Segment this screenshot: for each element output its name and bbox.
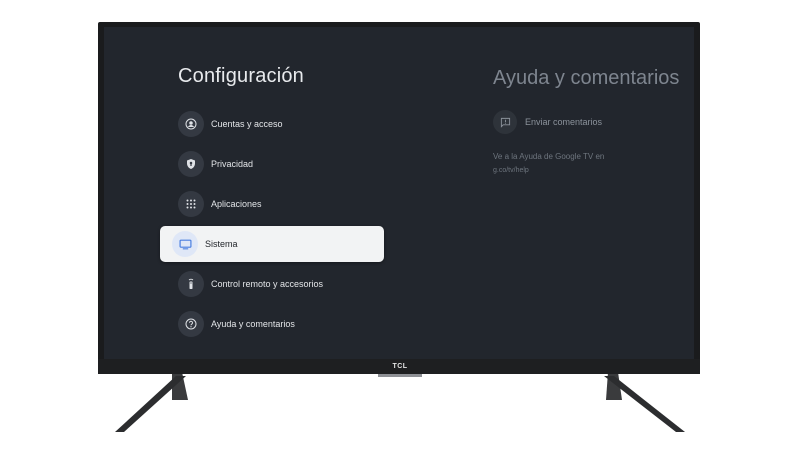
menu-item-label: Aplicaciones	[211, 199, 262, 209]
tv-stand-right-leg	[604, 372, 685, 432]
tv-stand-left-leg	[115, 372, 188, 432]
privacy-shield-icon	[178, 151, 204, 177]
menu-item-privacy[interactable]: Privacidad	[178, 146, 408, 182]
send-feedback-item[interactable]: Enviar comentarios	[493, 109, 693, 135]
menu-item-system[interactable]: Sistema	[160, 226, 384, 262]
menu-item-label: Ayuda y comentarios	[211, 319, 295, 329]
help-preview-panel: Ayuda y comentarios Enviar comentarios V…	[493, 65, 693, 177]
menu-item-remote[interactable]: Control remoto y accesorios	[178, 266, 408, 302]
menu-item-label: Control remoto y accesorios	[211, 279, 324, 289]
page-title: Configuración	[178, 65, 305, 87]
menu-item-label: Cuentas y acceso	[211, 119, 283, 129]
apps-grid-icon	[178, 191, 204, 217]
feedback-comment-icon	[493, 110, 517, 134]
account-circle-icon	[178, 111, 204, 137]
remote-control-icon	[178, 271, 204, 297]
menu-item-help[interactable]: Ayuda y comentarios	[178, 306, 408, 342]
help-note-text: Ve a la Ayuda de Google TV en	[493, 152, 605, 161]
tv-screen: Configuración Cuentas y acceso Privacida…	[104, 27, 694, 359]
settings-panel: Configuración Cuentas y acceso Privacida…	[160, 63, 408, 346]
menu-item-label: Sistema	[205, 239, 238, 249]
tv-brand-strip	[378, 374, 422, 377]
menu-item-label: Privacidad	[211, 159, 254, 169]
help-question-icon	[178, 311, 204, 337]
menu-item-accounts[interactable]: Cuentas y acceso	[178, 106, 408, 142]
settings-menu: Cuentas y acceso Privacidad Aplicaciones	[160, 106, 408, 342]
help-panel-title: Ayuda y comentarios	[493, 67, 680, 89]
tv-brand-logo: TCL	[392, 363, 408, 370]
send-feedback-label: Enviar comentarios	[525, 117, 603, 127]
tv-monitor-icon	[172, 231, 198, 257]
help-url-text: g.co/tv/help	[493, 167, 529, 174]
menu-item-apps[interactable]: Aplicaciones	[178, 186, 408, 222]
